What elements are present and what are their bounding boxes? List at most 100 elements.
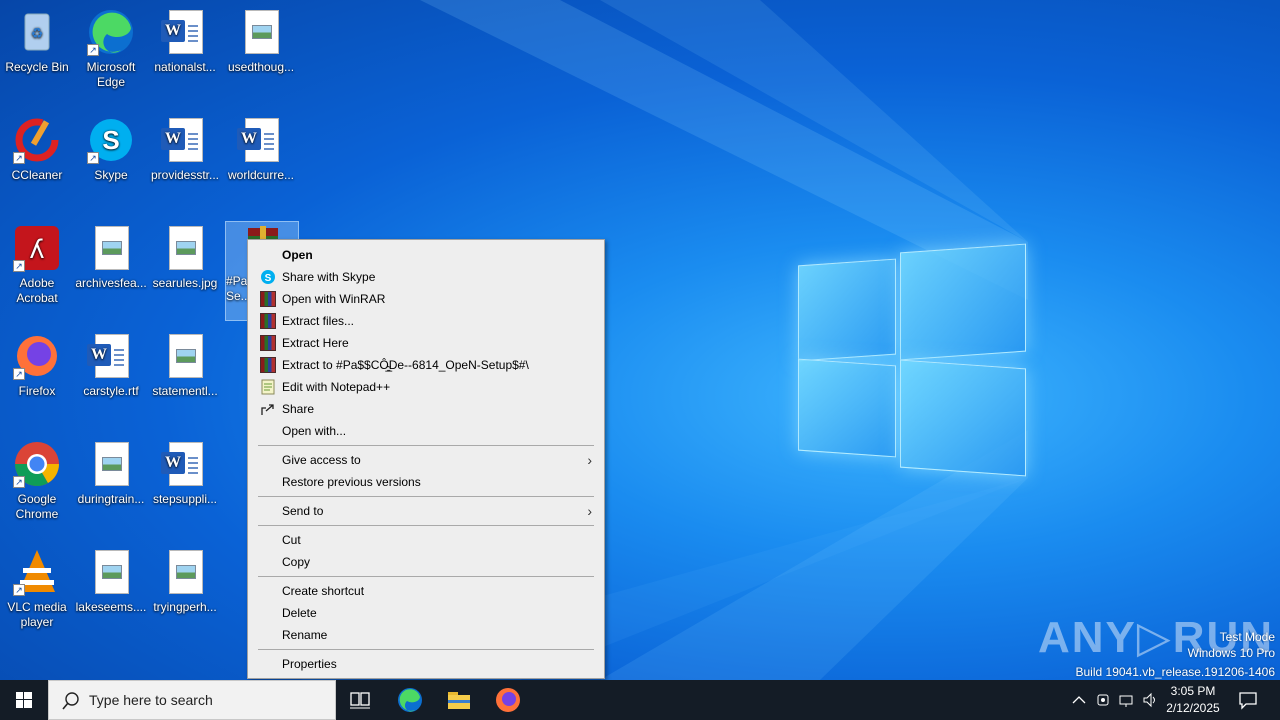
word-badge-icon: W bbox=[237, 128, 261, 150]
desktop-icon-image-file[interactable]: tryingperh... bbox=[148, 548, 222, 615]
clock-time: 3:05 PM bbox=[1170, 684, 1216, 698]
taskbar-file-explorer-button[interactable] bbox=[435, 680, 483, 720]
taskbar-firefox-button[interactable] bbox=[484, 680, 532, 720]
menu-item-label: Delete bbox=[282, 606, 317, 620]
svg-text:ʎ: ʎ bbox=[29, 235, 44, 265]
notepad-plus-plus-icon bbox=[261, 379, 275, 395]
menu-item-properties[interactable]: Properties bbox=[250, 653, 602, 675]
show-hidden-icons-chevron-icon[interactable] bbox=[1071, 692, 1087, 708]
word-badge-icon: W bbox=[87, 344, 111, 366]
chevron-right-icon: › bbox=[587, 503, 592, 519]
desktop-icon-word-file[interactable]: W stepsuppli... bbox=[148, 440, 222, 507]
menu-item-open-with-winrar[interactable]: Open with WinRAR bbox=[250, 288, 602, 310]
menu-item-label: Create shortcut bbox=[282, 584, 365, 598]
menu-item-label: Give access to bbox=[282, 453, 361, 467]
windows-start-icon bbox=[16, 692, 32, 708]
shortcut-arrow-icon: ↗ bbox=[13, 368, 25, 380]
network-icon[interactable] bbox=[1118, 692, 1134, 708]
menu-item-label: Extract files... bbox=[282, 314, 355, 328]
menu-item-delete[interactable]: Delete bbox=[250, 602, 602, 624]
task-view-button[interactable] bbox=[336, 680, 384, 720]
menu-item-edit-with-notepad[interactable]: Edit with Notepad++ bbox=[250, 376, 602, 398]
menu-item-copy[interactable]: Copy bbox=[250, 551, 602, 573]
desktop-icon-label: Microsoft Edge bbox=[86, 60, 136, 89]
menu-item-rename[interactable]: Rename bbox=[250, 624, 602, 646]
menu-item-open[interactable]: Open bbox=[250, 244, 602, 266]
desktop-icon-label: usedthoug... bbox=[227, 60, 295, 74]
desktop-icon-word-file[interactable]: W providesstr... bbox=[148, 116, 222, 183]
menu-item-send-to[interactable]: Send to › bbox=[250, 500, 602, 522]
menu-item-give-access-to[interactable]: Give access to › bbox=[250, 449, 602, 471]
word-badge-icon: W bbox=[161, 452, 185, 474]
menu-item-label: Send to bbox=[282, 504, 324, 518]
edge-icon bbox=[398, 688, 422, 712]
menu-item-share-with-skype[interactable]: S Share with Skype bbox=[250, 266, 602, 288]
menu-item-create-shortcut[interactable]: Create shortcut bbox=[250, 580, 602, 602]
desktop-icon-image-file[interactable]: lakeseems.... bbox=[74, 548, 148, 615]
image-file-icon bbox=[245, 10, 279, 54]
start-button[interactable] bbox=[0, 680, 48, 720]
menu-item-extract-to[interactable]: Extract to #Pa$$CÔ̴̱̲De--6814_OpeN-Setup… bbox=[250, 354, 602, 376]
svg-text:♻: ♻ bbox=[31, 25, 44, 41]
folder-icon bbox=[448, 692, 470, 709]
desktop-icon-label: lakeseems.... bbox=[75, 600, 147, 614]
desktop-icon-label: Firefox bbox=[18, 384, 56, 398]
desktop-icon-label: Adobe Acrobat bbox=[16, 276, 58, 305]
skype-icon: S bbox=[261, 270, 275, 284]
desktop-icon-label: stepsuppli... bbox=[152, 492, 218, 506]
desktop-icon-image-file[interactable]: duringtrain... bbox=[74, 440, 148, 507]
menu-separator bbox=[258, 496, 594, 497]
desktop-icon-google-chrome[interactable]: ↗ Google Chrome bbox=[0, 440, 74, 522]
taskbar-search-box[interactable]: Type here to search bbox=[48, 680, 336, 720]
desktop-icon-ccleaner[interactable]: ↗ CCleaner bbox=[0, 116, 74, 183]
desktop-icon-label: Skype bbox=[94, 168, 128, 182]
desktop-icon-word-file[interactable]: W carstyle.rtf bbox=[74, 332, 148, 399]
desktop-icon-skype[interactable]: S ↗ Skype bbox=[74, 116, 148, 183]
menu-item-open-with[interactable]: Open with... bbox=[250, 420, 602, 442]
menu-separator bbox=[258, 525, 594, 526]
volume-icon[interactable] bbox=[1142, 692, 1158, 708]
desktop-icon-label: Recycle Bin bbox=[5, 60, 69, 74]
search-placeholder: Type here to search bbox=[89, 692, 213, 708]
image-file-icon bbox=[95, 550, 129, 594]
desktop-icon-word-file[interactable]: W nationalst... bbox=[148, 8, 222, 75]
desktop-icon-adobe-acrobat[interactable]: ʎ ↗ Adobe Acrobat bbox=[0, 224, 74, 306]
device-icon[interactable] bbox=[1095, 692, 1111, 708]
svg-text:S: S bbox=[265, 273, 272, 284]
desktop-icon-firefox[interactable]: ↗ Firefox bbox=[0, 332, 74, 399]
menu-item-cut[interactable]: Cut bbox=[250, 529, 602, 551]
desktop-icon-microsoft-edge[interactable]: ↗ Microsoft Edge bbox=[74, 8, 148, 90]
desktop-icon-recycle-bin[interactable]: ♻ Recycle Bin bbox=[0, 8, 74, 75]
desktop-icon-label: tryingperh... bbox=[153, 600, 217, 614]
image-file-icon bbox=[169, 334, 203, 378]
menu-item-label: Restore previous versions bbox=[282, 475, 421, 489]
test-mode-text: Test Mode bbox=[1219, 630, 1275, 644]
desktop-icon-image-file[interactable]: searules.jpg bbox=[148, 224, 222, 291]
winrar-icon bbox=[260, 335, 276, 351]
desktop-icon-image-file[interactable]: statementl... bbox=[148, 332, 222, 399]
menu-item-label: Cut bbox=[282, 533, 301, 547]
menu-item-label: Open with... bbox=[282, 424, 347, 438]
taskbar-clock[interactable]: 3:05 PM 2/12/2025 bbox=[1158, 683, 1228, 717]
desktop-icon-label: duringtrain... bbox=[77, 492, 145, 506]
desktop-icon-label: Google Chrome bbox=[15, 492, 59, 521]
desktop-icon-image-file[interactable]: usedthoug... bbox=[224, 8, 298, 75]
menu-item-label: Open bbox=[282, 248, 313, 262]
taskbar-edge-button[interactable] bbox=[386, 680, 434, 720]
desktop-icon-image-file[interactable]: archivesfea... bbox=[74, 224, 148, 291]
desktop-icon-vlc[interactable]: ↗ VLC media player bbox=[0, 548, 74, 630]
menu-item-restore-previous-versions[interactable]: Restore previous versions bbox=[250, 471, 602, 493]
menu-item-share[interactable]: Share bbox=[250, 398, 602, 420]
notification-center-icon[interactable] bbox=[1238, 690, 1258, 710]
build-info-text: Build 19041.vb_release.191206-1406 bbox=[1075, 665, 1276, 679]
menu-item-label: Open with WinRAR bbox=[282, 292, 386, 306]
search-icon bbox=[62, 692, 79, 710]
menu-item-extract-here[interactable]: Extract Here bbox=[250, 332, 602, 354]
desktop-icon-label: statementl... bbox=[152, 384, 218, 398]
menu-item-extract-files[interactable]: Extract files... bbox=[250, 310, 602, 332]
desktop-icon-word-file[interactable]: W worldcurre... bbox=[224, 116, 298, 183]
word-badge-icon: W bbox=[161, 128, 185, 150]
shortcut-arrow-icon: ↗ bbox=[13, 476, 25, 488]
image-file-icon bbox=[95, 226, 129, 270]
shortcut-arrow-icon: ↗ bbox=[87, 44, 99, 56]
